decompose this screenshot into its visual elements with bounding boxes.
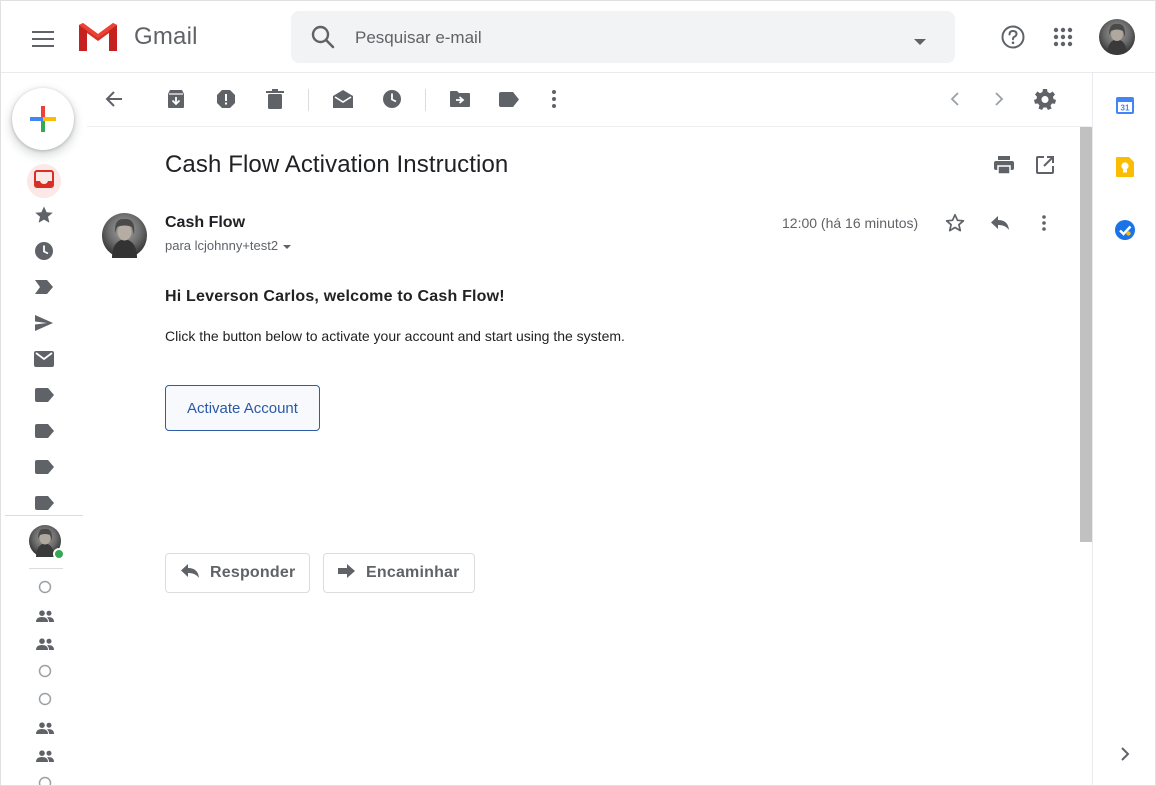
- hangout-contact-icon[interactable]: [35, 661, 55, 681]
- activate-account-button[interactable]: Activate Account: [165, 385, 320, 431]
- expand-panel-icon[interactable]: [1114, 743, 1136, 765]
- more-vert-icon[interactable]: [1028, 207, 1060, 239]
- archive-icon[interactable]: [158, 81, 194, 117]
- sidebar-item-label-3[interactable]: [27, 453, 61, 485]
- sidebar-item-all-mail[interactable]: [27, 345, 61, 377]
- hangout-contact-icon[interactable]: [35, 773, 55, 785]
- gmail-logo-text: Gmail: [134, 23, 198, 50]
- scrollbar-thumb[interactable]: [1080, 127, 1092, 542]
- gmail-logo-icon[interactable]: [75, 19, 121, 55]
- reply-label: Responder: [210, 564, 296, 581]
- hangout-contact-icon[interactable]: [35, 577, 55, 597]
- settings-icon[interactable]: [1027, 81, 1063, 117]
- star-icon[interactable]: [939, 207, 971, 239]
- reply-icon: [180, 563, 200, 584]
- sidebar-item-snoozed[interactable]: [27, 237, 61, 269]
- sender-name[interactable]: Cash Flow: [165, 214, 245, 232]
- reply-button[interactable]: Responder: [165, 553, 310, 593]
- help-icon[interactable]: [993, 17, 1033, 57]
- top-header: Gmail: [1, 1, 1155, 73]
- sidebar-item-sent[interactable]: [27, 309, 61, 341]
- more-vert-icon[interactable]: [536, 81, 572, 117]
- important-icon: [34, 279, 54, 300]
- group-icon[interactable]: [35, 746, 55, 766]
- gmail-window: Gmail Pesquisar e-mail Cash Flow Activat…: [0, 0, 1156, 786]
- recipient-line[interactable]: para lcjohnny+test2: [165, 238, 292, 253]
- group-icon[interactable]: [35, 718, 55, 738]
- group-icon[interactable]: [35, 634, 55, 654]
- hangout-contact-icon[interactable]: [35, 689, 55, 709]
- account-avatar[interactable]: [1099, 19, 1135, 55]
- star-icon: [34, 205, 54, 230]
- mail-icon: [34, 350, 54, 372]
- search-options-caret-icon[interactable]: [913, 33, 927, 51]
- snooze-icon[interactable]: [374, 81, 410, 117]
- search-input[interactable]: [355, 25, 895, 51]
- clock-icon: [34, 241, 54, 266]
- mark-unread-icon[interactable]: [325, 81, 361, 117]
- rail-divider: [5, 515, 83, 516]
- side-panel: [1092, 73, 1155, 785]
- email-body-text: Click the button below to activate your …: [165, 328, 625, 344]
- sender-avatar[interactable]: [102, 213, 147, 258]
- label-icon: [34, 387, 54, 407]
- search-bar[interactable]: [291, 11, 955, 63]
- sidebar-item-label-2[interactable]: [27, 417, 61, 449]
- apps-grid-icon[interactable]: [1043, 17, 1083, 57]
- toolbar-divider: [425, 89, 426, 111]
- sidebar-item-important[interactable]: [27, 273, 61, 305]
- search-icon[interactable]: [309, 23, 337, 51]
- send-icon: [34, 314, 54, 337]
- move-to-icon[interactable]: [442, 81, 478, 117]
- rail-divider: [29, 568, 63, 569]
- label-icon[interactable]: [491, 81, 527, 117]
- sidebar-item-inbox[interactable]: [27, 164, 61, 198]
- prev-icon[interactable]: [937, 81, 973, 117]
- message-timestamp: 12:00 (há 16 minutos): [782, 215, 919, 231]
- online-status-indicator: [53, 548, 65, 560]
- print-icon[interactable]: [986, 147, 1022, 183]
- svg-text:31: 31: [1121, 104, 1130, 113]
- toolbar-divider: [308, 89, 309, 111]
- inbox-icon: [34, 169, 54, 193]
- tasks-icon[interactable]: [1114, 219, 1136, 241]
- reply-icon[interactable]: [984, 207, 1016, 239]
- next-icon[interactable]: [981, 81, 1017, 117]
- calendar-icon[interactable]: 31: [1114, 94, 1136, 116]
- label-icon: [34, 459, 54, 479]
- chevron-down-icon[interactable]: [282, 238, 292, 253]
- back-arrow-icon[interactable]: [96, 81, 132, 117]
- label-icon: [34, 423, 54, 443]
- hamburger-menu-icon[interactable]: [23, 19, 63, 59]
- sidebar-item-starred[interactable]: [27, 201, 61, 233]
- spam-icon[interactable]: [208, 81, 244, 117]
- sidebar-item-label-1[interactable]: [27, 381, 61, 413]
- keep-icon[interactable]: [1114, 156, 1136, 178]
- group-icon[interactable]: [35, 606, 55, 626]
- forward-button[interactable]: Encaminhar: [323, 553, 475, 593]
- toolbar-divider-line: [87, 126, 1091, 127]
- label-icon: [34, 495, 54, 515]
- recipient-text: para lcjohnny+test2: [165, 238, 279, 253]
- open-in-new-window-icon[interactable]: [1027, 147, 1063, 183]
- compose-button[interactable]: [12, 88, 74, 150]
- plus-icon: [30, 106, 56, 132]
- sidebar-item-label-4[interactable]: [27, 489, 61, 521]
- delete-icon[interactable]: [257, 81, 293, 117]
- email-subject: Cash Flow Activation Instruction: [165, 151, 509, 178]
- forward-icon: [338, 563, 356, 583]
- email-greeting: Hi Leverson Carlos, welcome to Cash Flow…: [165, 288, 505, 305]
- forward-label: Encaminhar: [366, 564, 460, 581]
